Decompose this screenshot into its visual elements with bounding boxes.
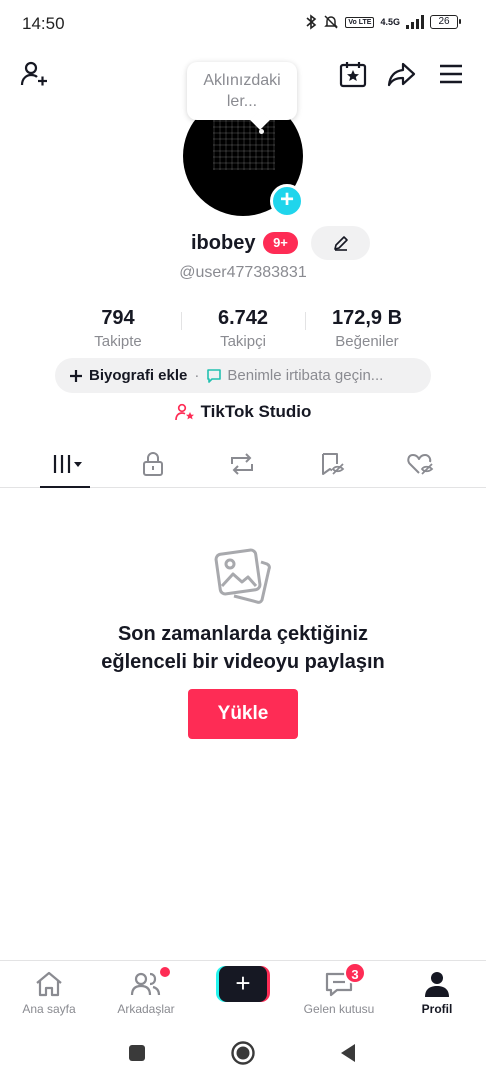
repost-icon [231, 452, 253, 475]
user-handle: @user477383831 [179, 264, 307, 281]
create-icon: + [219, 966, 267, 1002]
home-system-button[interactable] [228, 1038, 258, 1068]
thought-bubble-line2: ler... [226, 93, 258, 110]
add-bio-button[interactable]: Biyografi ekle [69, 367, 187, 384]
tab-private[interactable] [123, 440, 183, 487]
pencil-icon [333, 236, 348, 251]
stat-label: Takipçi [220, 333, 266, 350]
thought-bubble[interactable]: Aklınızdaki ler... [187, 62, 297, 120]
battery-level: 26 [438, 16, 450, 27]
network-type: 4.5G [380, 16, 400, 27]
home-circle-icon [231, 1041, 255, 1065]
contact-me-label: Benimle irtibata geçin... [227, 367, 384, 384]
profile-tabs [0, 440, 486, 488]
nav-home-label: Ana sayfa [22, 1002, 76, 1016]
calendar-star-icon [339, 62, 367, 88]
add-friend-button[interactable] [14, 54, 54, 94]
stat-followers[interactable]: 6.742 Takipçi [181, 306, 305, 352]
studio-user-star-icon [174, 403, 194, 421]
create-button[interactable]: + [216, 966, 270, 1002]
bluetooth-icon [306, 14, 317, 30]
add-bio-label: Biyografi ekle [89, 367, 188, 384]
back-button[interactable] [333, 1038, 363, 1068]
nav-profile[interactable]: Profil [389, 969, 485, 1016]
stat-likes[interactable]: 172,9 B Beğeniler [305, 306, 429, 352]
share-icon [387, 62, 416, 87]
notification-badge[interactable]: 9+ [263, 232, 298, 254]
tab-reposts[interactable] [212, 440, 272, 487]
stat-label: Takipte [94, 333, 142, 350]
empty-state-line2: eğlenceli bir videoyu paylaşın [101, 651, 385, 673]
friends-notification-dot [160, 967, 170, 977]
nav-profile-label: Profil [421, 1002, 453, 1016]
friends-icon [130, 972, 161, 996]
empty-state-message: Son zamanlarda çektiğiniz eğlenceli bir … [0, 620, 486, 676]
nav-inbox[interactable]: 3 Gelen kutusu [291, 962, 387, 1016]
lock-icon [143, 451, 163, 476]
tab-favorites[interactable] [302, 440, 362, 487]
stat-value: 6.742 [217, 307, 269, 329]
profile-icon [425, 972, 449, 997]
tiktok-studio-label: TikTok Studio [200, 402, 312, 421]
menu-icon [440, 64, 462, 84]
nav-friends-label: Arkadaşlar [117, 1002, 175, 1016]
edit-profile-button[interactable] [311, 226, 370, 260]
bio-separator: · [194, 367, 200, 384]
calendar-button[interactable] [333, 54, 373, 94]
photo-stack-icon [214, 548, 271, 604]
active-tab-indicator [40, 486, 90, 488]
signal-icon [406, 15, 424, 29]
videos-grid-icon [53, 454, 82, 473]
menu-button[interactable] [431, 54, 471, 94]
home-icon [36, 971, 62, 997]
empty-state-line1: Son zamanlarda çektiğiniz [117, 623, 369, 645]
status-icons: Vo LTE 4.5G 26 [305, 14, 461, 30]
mute-icon [324, 15, 339, 29]
volte-indicator: Vo LTE [345, 16, 375, 28]
upload-button[interactable]: Yükle [188, 689, 298, 739]
tiktok-studio-link[interactable]: TikTok Studio [0, 402, 486, 422]
favorites-icon [322, 452, 345, 475]
status-bar: 14:50 Vo LTE 4.5G 26 [0, 0, 486, 48]
nav-home[interactable]: Ana sayfa [1, 969, 97, 1016]
share-profile-button[interactable] [381, 54, 421, 94]
bio-pill: Biyografi ekle · Benimle irtibata geçin.… [55, 358, 431, 393]
stat-value: 794 [101, 307, 135, 329]
stat-following[interactable]: 794 Takipte [56, 306, 180, 352]
battery-icon: 26 [430, 15, 461, 29]
nav-inbox-label: Gelen kutusu [303, 1002, 375, 1016]
nav-friends[interactable]: Arkadaşlar [98, 967, 194, 1016]
tab-liked[interactable] [391, 440, 451, 487]
status-time: 14:50 [22, 14, 65, 33]
recents-button[interactable] [122, 1038, 152, 1068]
thought-bubble-line1: Aklınızdaki [203, 72, 281, 89]
liked-icon [407, 453, 434, 475]
add-friend-icon [20, 61, 47, 86]
back-triangle-icon [341, 1044, 355, 1062]
message-icon [207, 368, 222, 383]
plus-icon [70, 369, 82, 382]
contact-me-button[interactable]: Benimle irtibata geçin... [206, 367, 383, 384]
system-nav [0, 1026, 486, 1080]
stat-label: Beğeniler [335, 333, 399, 350]
add-avatar-button[interactable]: + [270, 184, 304, 218]
stat-value: 172,9 B [331, 307, 403, 329]
recents-icon [129, 1045, 145, 1061]
tab-videos[interactable] [35, 440, 95, 487]
inbox-count-badge: 3 [344, 962, 366, 984]
username: ibobey [191, 232, 256, 254]
